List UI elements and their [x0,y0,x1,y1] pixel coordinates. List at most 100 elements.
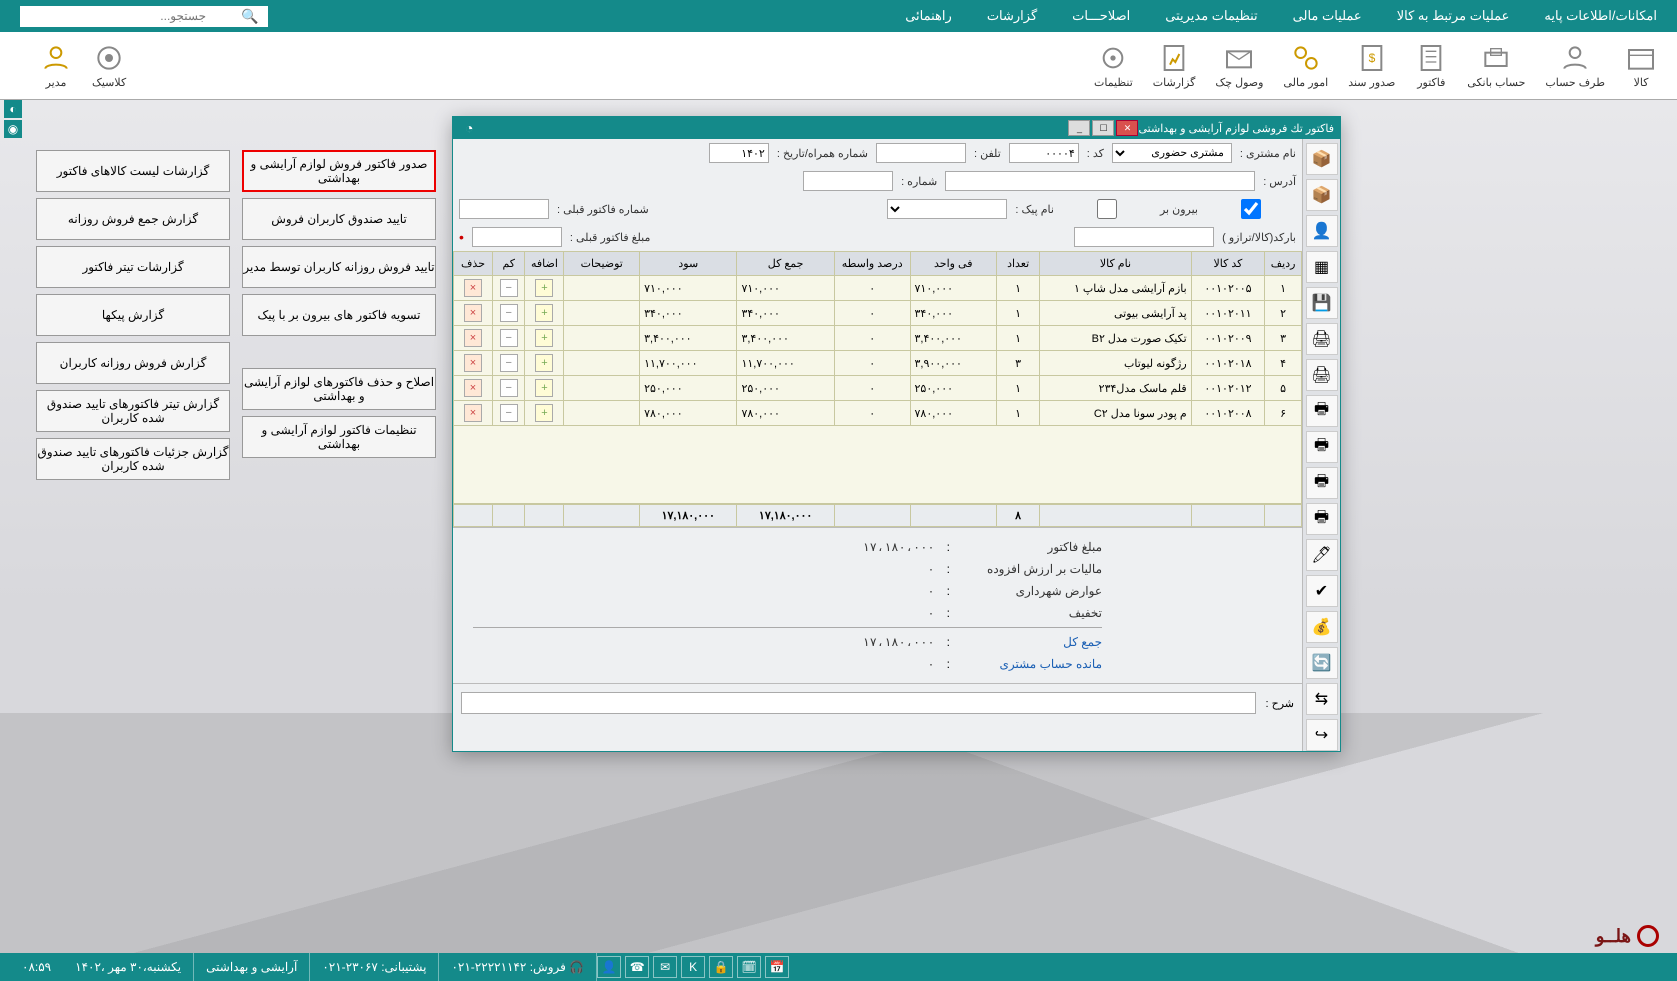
delete-icon[interactable]: × [464,404,482,422]
close-icon[interactable]: ✕ [1116,120,1138,136]
col-header[interactable]: اضافه [525,252,564,276]
menu-item[interactable]: عملیات مالی [1293,8,1362,24]
tile[interactable]: تسویه فاکتور های بیرون بر با پیک [242,294,436,336]
ribbon-btn-admin[interactable]: مدیر [40,42,72,89]
sidebar-icon[interactable]: 🔄 [1306,647,1338,679]
delete-icon[interactable]: × [464,379,482,397]
sidebar-icon[interactable]: ▦ [1306,251,1338,283]
tile[interactable]: گزارشات لیست کالاهای فاکتور [36,150,230,192]
sidebar-icon[interactable]: 💾 [1306,287,1338,319]
sidebar-icon[interactable]: 📦 [1306,179,1338,211]
menu-item[interactable]: گزارشات [987,8,1037,24]
balance-link[interactable]: مانده حساب مشتری [962,657,1102,671]
minus-icon[interactable]: − [500,329,518,347]
courier-select[interactable] [887,199,1007,219]
tile[interactable]: تنظیمات فاکتور لوازم آرایشی و بهداشتی [242,416,436,458]
col-header[interactable]: نام کالا [1040,252,1191,276]
table-row[interactable]: ۵۰۰۱۰۲۰۱۲قلم ماسک مدل۲۳۴۱۲۵۰,۰۰۰۰۲۵۰,۰۰۰… [454,376,1302,401]
sidebar-icon[interactable]: 🖶 [1306,467,1338,499]
sidebar-icon[interactable]: 🖨 [1306,323,1338,355]
col-header[interactable]: ردیف [1265,252,1302,276]
minus-icon[interactable]: − [500,304,518,322]
status-icon[interactable]: 👤 [597,956,621,978]
sidebar-icon[interactable]: 🖶 [1306,395,1338,427]
invoice-grid[interactable]: ردیفکد کالانام کالاتعدادفی واحددرصد واسط… [453,251,1302,426]
prevno-input[interactable] [459,199,549,219]
search-box[interactable]: 🔍 [20,6,268,27]
tile[interactable]: اصلاح و حذف فاکتورهای لوازم آرایشی و بهد… [242,368,436,410]
sidebar-icon[interactable]: ⇆ [1306,683,1338,715]
tile[interactable]: تایید فروش روزانه کاربران توسط مدیر [242,246,436,288]
table-row[interactable]: ۶۰۰۱۰۲۰۰۸م پودر سونا مدل C۲۱۷۸۰,۰۰۰۰۷۸۰,… [454,401,1302,426]
ribbon-btn[interactable]: امور مالی [1283,42,1328,89]
status-icon[interactable]: ✉ [653,956,677,978]
status-icon[interactable]: 🗓 [737,956,761,978]
maximize-icon[interactable]: ☐ [1092,120,1114,136]
table-row[interactable]: ۱۰۰۱۰۲۰۰۵بازم آرایشی مدل شاپ ۱۱۷۱۰,۰۰۰۰۷… [454,276,1302,301]
invoice-titlebar[interactable]: فاکتور تك فروشی لوازم آرایشی و بهداشتی _… [453,117,1340,139]
menu-item[interactable]: امکانات/اطلاعات پایه [1544,8,1657,24]
table-row[interactable]: ۴۰۰۱۰۲۰۱۸رژگونه لیوتاب۳۳,۹۰۰,۰۰۰۰۱۱,۷۰۰,… [454,351,1302,376]
status-icon[interactable]: K [681,956,705,978]
tile[interactable]: گزارش جزئیات فاکتورهای تایید صندوق شده ک… [36,438,230,480]
menu-item[interactable]: تنظیمات مدیریتی [1165,8,1257,24]
col-header[interactable]: درصد واسطه [834,252,910,276]
plus-icon[interactable]: + [535,304,553,322]
delete-icon[interactable]: × [464,329,482,347]
table-row[interactable]: ۲۰۰۱۰۲۰۱۱پد آرایشی بیوتی۱۳۴۰,۰۰۰۰۳۴۰,۰۰۰… [454,301,1302,326]
status-icon[interactable]: ☎ [625,956,649,978]
plus-icon[interactable]: + [535,279,553,297]
delete-icon[interactable]: × [464,354,482,372]
menu-item[interactable]: راهنمائی [905,8,952,24]
minus-icon[interactable]: − [500,354,518,372]
out-checkbox[interactable] [1206,199,1296,219]
tile[interactable]: گزارشات تیتر فاکتور [36,246,230,288]
sidebar-icon[interactable]: 🖶 [1306,503,1338,535]
sidebar-icon[interactable]: 📦 [1306,143,1338,175]
customer-select[interactable]: مشتری حضوری [1112,143,1232,163]
status-icon[interactable]: 📅 [765,956,789,978]
sidebar-icon[interactable]: ✔ [1306,575,1338,607]
delete-icon[interactable]: × [464,279,482,297]
col-header[interactable]: تعداد [997,252,1040,276]
sidebar-icon[interactable]: 🖊 [1306,539,1338,571]
prevamt-input[interactable] [472,227,562,247]
desc-input[interactable] [461,692,1256,714]
number-input[interactable] [803,171,893,191]
menu-item[interactable]: اصلاحـــات [1072,8,1130,24]
col-header[interactable]: حذف [454,252,493,276]
col-header[interactable]: جمع کل [737,252,834,276]
tile[interactable]: گزارش تیتر فاکتورهای تایید صندوق شده کار… [36,390,230,432]
ribbon-btn[interactable]: طرف حساب [1545,42,1605,89]
tile[interactable]: گزارش فروش روزانه کاربران [36,342,230,384]
delete-icon[interactable]: × [464,304,482,322]
sidebar-icon[interactable]: 🖶 [1306,431,1338,463]
plus-icon[interactable]: + [535,404,553,422]
minus-icon[interactable]: − [500,404,518,422]
exit-icon[interactable]: ↪ [1306,719,1338,751]
minus-icon[interactable]: − [500,279,518,297]
ribbon-btn[interactable]: حساب بانکی [1467,42,1525,89]
menu-item[interactable]: عملیات مرتبط به کالا [1397,8,1510,24]
ribbon-btn[interactable]: تنظیمات [1094,42,1133,89]
plus-icon[interactable]: + [535,379,553,397]
sidebar-icon[interactable]: 👤 [1306,215,1338,247]
col-header[interactable]: سود [640,252,737,276]
col-header[interactable]: توضیحات [564,252,640,276]
minimize-icon[interactable]: _ [1068,120,1090,136]
address-input[interactable] [945,171,1255,191]
plus-icon[interactable]: + [535,329,553,347]
minus-icon[interactable]: − [500,379,518,397]
sidebar-icon[interactable]: 💰 [1306,611,1338,643]
ribbon-btn[interactable]: گزارشات [1153,42,1196,89]
code-input[interactable] [1009,143,1079,163]
ribbon-btn[interactable]: فاکتور [1415,42,1447,89]
tile-issue-invoice[interactable]: صدور فاکتور فروش لوازم آرایشی و بهداشتی [242,150,436,192]
col-header[interactable]: کم [493,252,525,276]
ribbon-btn[interactable]: وصول چک [1215,42,1263,89]
table-row[interactable]: ۳۰۰۱۰۲۰۰۹تکیک صورت مدل B۲۱۳,۴۰۰,۰۰۰۰۳,۴۰… [454,326,1302,351]
panel-toggle-icon[interactable]: ◉ [4,120,22,138]
tel-input[interactable] [876,143,966,163]
status-icon[interactable]: 🔒 [709,956,733,978]
date-input[interactable] [709,143,769,163]
